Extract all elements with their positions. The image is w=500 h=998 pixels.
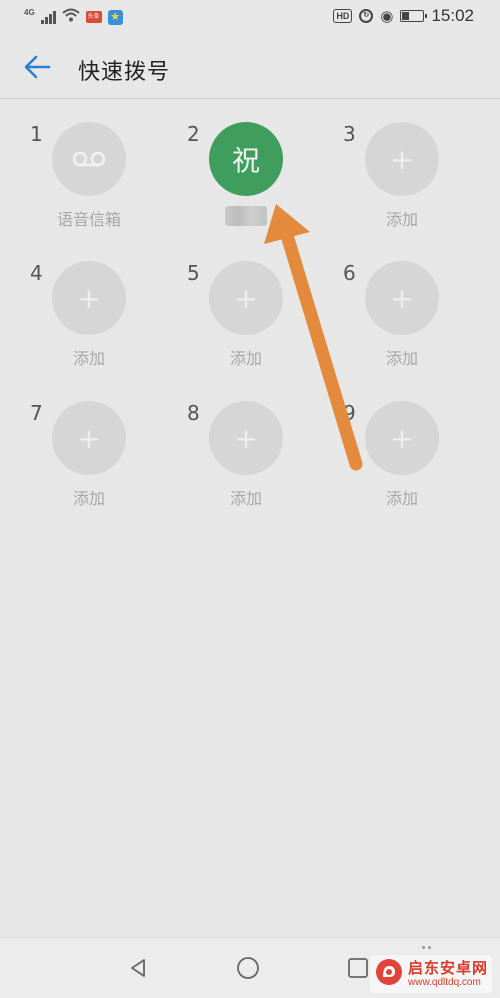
header-divider	[0, 98, 500, 99]
voicemail-icon[interactable]	[52, 122, 126, 196]
slot-label: 添加	[385, 210, 418, 229]
watermark-title: 启东安卓网	[408, 959, 489, 978]
contact-avatar[interactable]: 祝	[209, 122, 283, 196]
status-right: HD ↻ ◉ 15:02	[333, 5, 474, 27]
slot-number: 6	[343, 261, 356, 285]
slot-label: 添加	[229, 489, 262, 508]
speed-dial-slot-6[interactable]: 6 + 添加	[343, 261, 500, 381]
app-header: 快速拨号	[0, 34, 500, 98]
slot-label: 添加	[72, 349, 105, 368]
speed-dial-slot-7[interactable]: 7 + 添加	[30, 401, 190, 521]
watermark-text: 启东安卓网 www.qdltdq.com	[408, 960, 488, 988]
nav-dots	[422, 946, 431, 949]
plus-icon[interactable]: +	[365, 401, 439, 475]
slot-number: 9	[343, 401, 356, 425]
eye-protect-icon: ◉	[380, 7, 394, 25]
slot-number: 7	[30, 401, 43, 425]
slot-number: 3	[343, 122, 356, 146]
speed-dial-slot-1[interactable]: 1 语音信箱	[30, 122, 190, 242]
slot-label: 添加	[385, 489, 418, 508]
slot-number: 1	[30, 122, 43, 146]
slot-number: 2	[187, 122, 200, 146]
sync-icon: ↻	[359, 9, 374, 23]
slot-label: 添加	[385, 349, 418, 368]
speed-dial-slot-9[interactable]: 9 + 添加	[343, 401, 500, 521]
wifi-icon	[62, 8, 80, 27]
recents-square-icon[interactable]	[344, 954, 372, 982]
hd-icon: HD	[333, 9, 353, 23]
speed-dial-slot-5[interactable]: 5 + 添加	[187, 261, 347, 381]
speed-dial-slot-3[interactable]: 3 + 添加	[343, 122, 500, 242]
plus-icon[interactable]: +	[365, 261, 439, 335]
back-triangle-icon[interactable]	[124, 954, 152, 982]
speed-dial-slot-4[interactable]: 4 + 添加	[30, 261, 190, 381]
speed-dial-slot-2[interactable]: 2 祝	[187, 122, 347, 242]
plus-icon[interactable]: +	[209, 401, 283, 475]
slot-label: 添加	[229, 349, 262, 368]
slot-label: 语音信箱	[56, 210, 121, 229]
contact-name-redacted	[225, 206, 267, 226]
star-app-icon: ★	[107, 9, 123, 25]
news-app-icon: 头条	[85, 11, 102, 23]
slot-label: 添加	[72, 489, 105, 508]
home-circle-icon[interactable]	[234, 954, 262, 982]
plus-icon[interactable]: +	[52, 261, 126, 335]
plus-icon[interactable]: +	[365, 122, 439, 196]
signal-icon	[40, 10, 56, 24]
slot-number: 5	[187, 261, 200, 285]
plus-icon[interactable]: +	[209, 261, 283, 335]
battery-level-fill	[402, 12, 410, 20]
status-bar: 4G 头条 ★ HD ↻ ◉ 15:02	[0, 0, 500, 34]
slot-number: 4	[30, 261, 43, 285]
status-left: 4G 头条 ★	[24, 7, 123, 27]
page-title: 快速拨号	[78, 60, 171, 85]
status-time: 15:02	[431, 6, 474, 25]
watermark-url: www.qdltdq.com	[408, 976, 481, 988]
plus-icon[interactable]: +	[52, 401, 126, 475]
speed-dial-slot-8[interactable]: 8 + 添加	[187, 401, 347, 521]
battery-icon	[400, 10, 428, 22]
watermark-logo-icon	[374, 957, 404, 991]
site-watermark: 启东安卓网 www.qdltdq.com	[370, 955, 493, 993]
back-arrow-icon[interactable]	[20, 50, 54, 84]
network-type: 4G	[24, 7, 35, 17]
slot-number: 8	[187, 401, 200, 425]
